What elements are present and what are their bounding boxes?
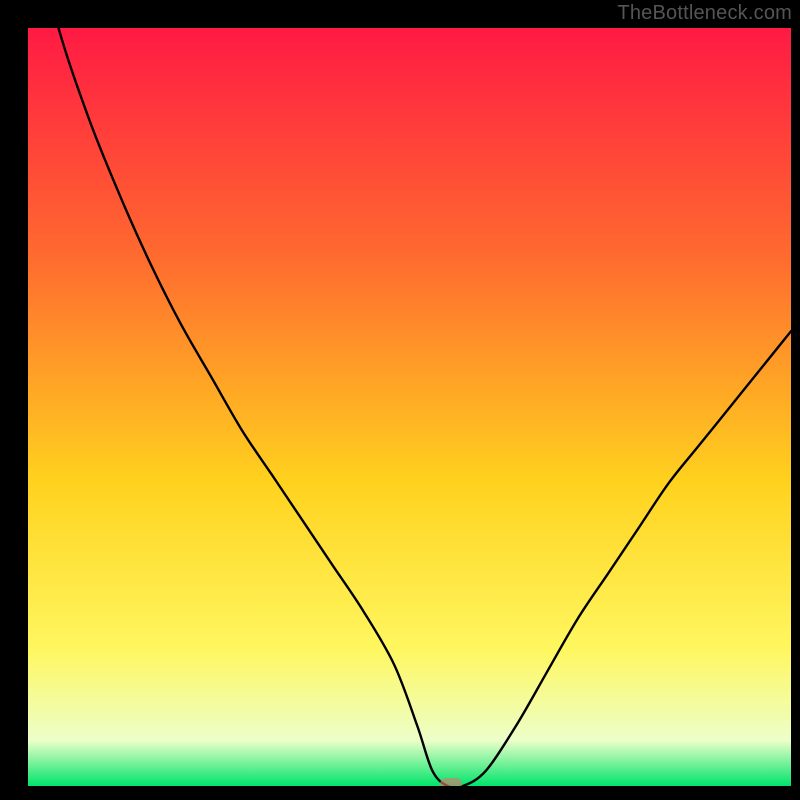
plot-area: [28, 28, 791, 786]
gradient-background: [28, 28, 791, 786]
chart-frame: TheBottleneck.com: [0, 0, 800, 800]
chart-svg: [28, 28, 791, 786]
optimum-marker: [440, 778, 462, 786]
watermark-text: TheBottleneck.com: [617, 2, 792, 25]
